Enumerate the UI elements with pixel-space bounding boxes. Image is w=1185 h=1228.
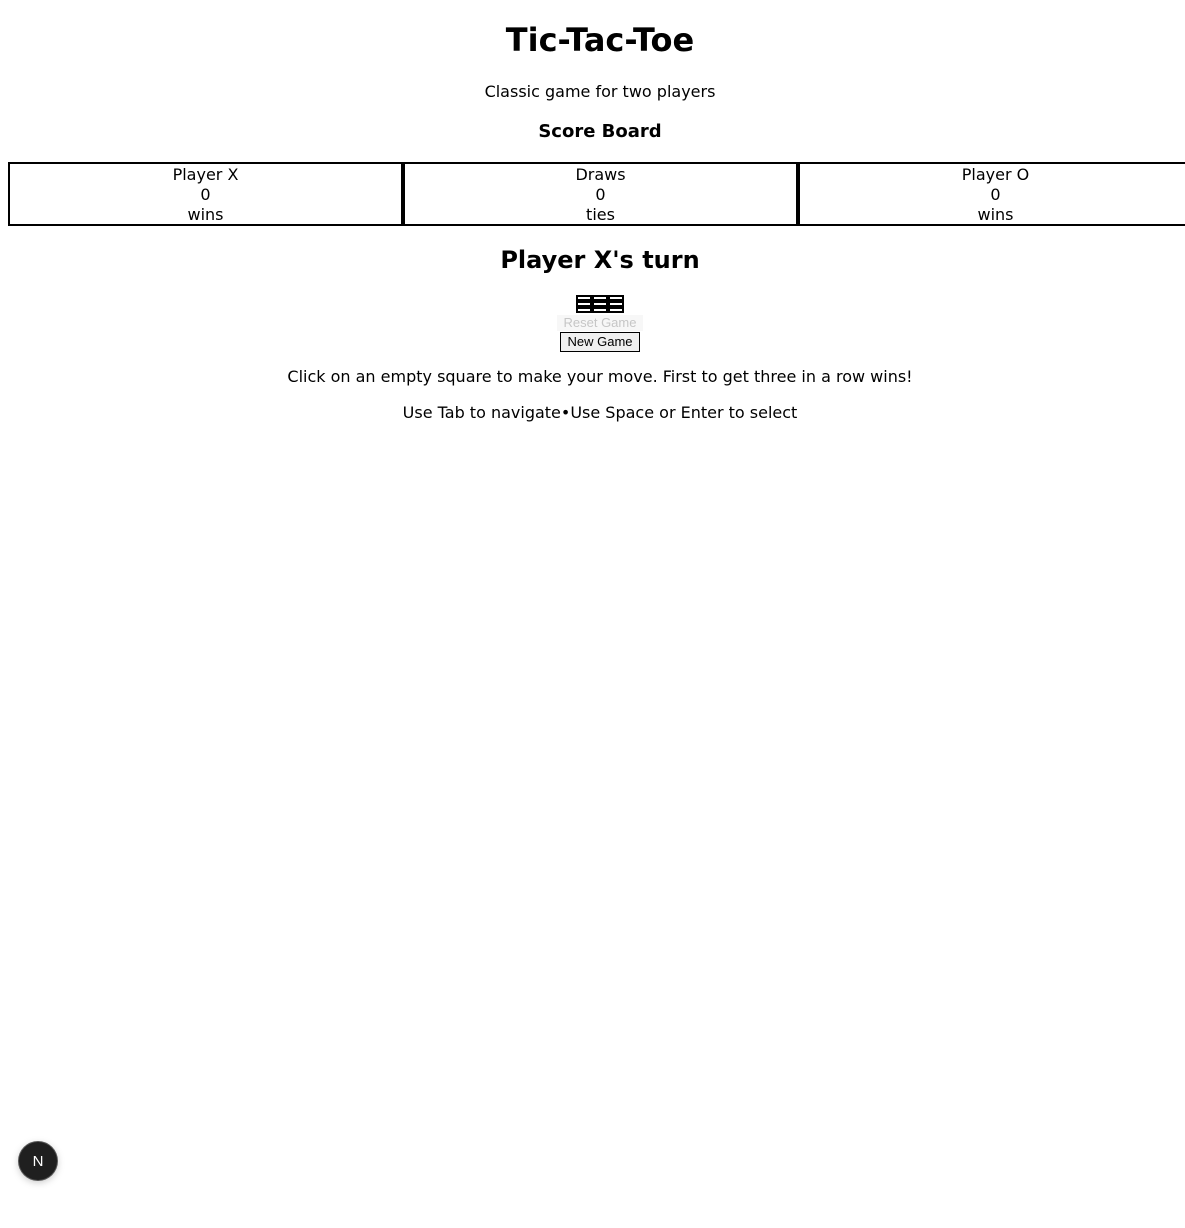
reset-game-button[interactable]: Reset Game — [557, 315, 643, 331]
score-label: Player X — [172, 165, 239, 184]
score-card-player-o: Player O 0 wins — [798, 162, 1185, 226]
score-card-player-x: Player X 0 wins — [8, 162, 403, 226]
score-unit: wins — [187, 205, 224, 224]
score-unit: ties — [586, 205, 615, 224]
keyboard-hint-text: Use Tab to navigate•Use Space or Enter t… — [402, 403, 798, 422]
score-value: 0 — [200, 185, 211, 204]
nextjs-logo-icon[interactable]: N — [19, 1142, 57, 1180]
page-subtitle: Classic game for two players — [484, 82, 716, 101]
score-value: 0 — [595, 185, 606, 204]
game-board — [576, 295, 624, 313]
board-cell-7[interactable] — [576, 307, 592, 313]
scoreboard: Player X 0 wins Draws 0 ties Player O 0 … — [8, 162, 1185, 226]
scoreboard-heading: Score Board — [538, 121, 662, 142]
score-card-draws: Draws 0 ties — [403, 162, 798, 226]
dev-badge-letter: N — [32, 1152, 44, 1170]
score-label: Player O — [961, 165, 1030, 184]
score-value: 0 — [990, 185, 1001, 204]
page-title: Tic-Tac-Toe — [505, 21, 695, 59]
score-label: Draws — [575, 165, 626, 184]
score-unit: wins — [977, 205, 1014, 224]
new-game-button[interactable]: New Game — [560, 332, 640, 352]
board-cell-9[interactable] — [608, 307, 624, 313]
board-cell-8[interactable] — [592, 307, 608, 313]
turn-status: Player X's turn — [500, 246, 700, 274]
instructions-text: Click on an empty square to make your mo… — [287, 367, 913, 386]
